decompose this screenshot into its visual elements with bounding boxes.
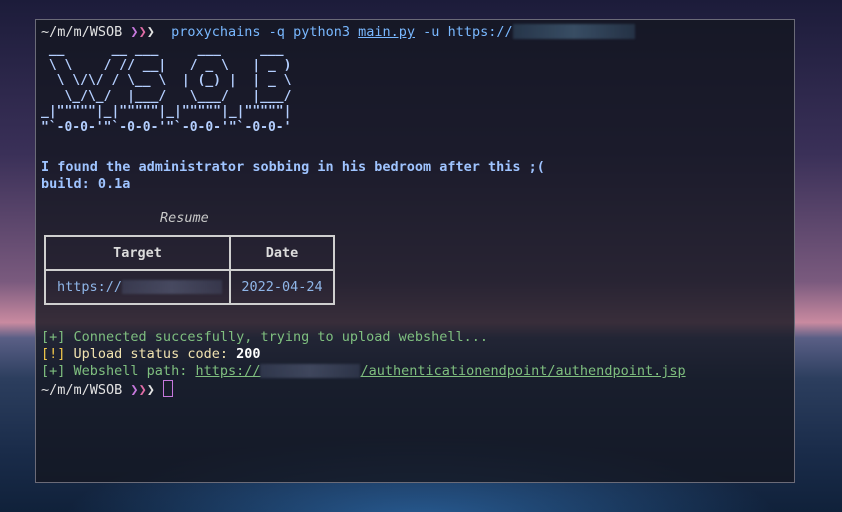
webshell-url-suffix: /authenticationendpoint/authendpoint.jsp [360, 363, 686, 379]
log-line-status: [!] Upload status code: 200 [41, 346, 260, 363]
prompt-path: ~/m/m/WSOB [41, 24, 123, 40]
redacted-target [122, 280, 223, 294]
tagline: I found the administrator sobbing in his… [41, 159, 545, 175]
command-python3: python3 [293, 24, 350, 40]
status-code: 200 [236, 346, 261, 362]
resume-caption: Resume [160, 210, 209, 226]
ascii-banner: __ __ ___ ___ ___ \ \ / // __| / _ \ | _… [41, 42, 292, 135]
cell-target: https:// [44, 269, 231, 305]
cell-target-prefix: https:// [57, 279, 123, 295]
resume-table: Target Date https:// 2022-04-24 [44, 235, 335, 305]
column-header-target: Target [44, 235, 231, 271]
command-line-1: ~/m/m/WSOB ❯❯❯ proxychains -q python3 ma… [41, 24, 635, 41]
prompt-path: ~/m/m/WSOB [41, 382, 123, 398]
webshell-link[interactable]: https:// /authenticationendpoint/authendp… [195, 363, 685, 379]
flag-q: -q [268, 24, 285, 40]
log-tag-success: [+] [41, 363, 66, 379]
log-line-connected: [+] Connected succesfully, trying to upl… [41, 329, 488, 346]
table-header-row: Target Date [44, 235, 335, 271]
script-link-main-py[interactable]: main.py [358, 24, 415, 40]
log-text-connected: Connected succesfully, trying to upload … [73, 329, 489, 345]
log-tag-success: [+] [41, 329, 66, 345]
log-text-webshell: Webshell path: [73, 363, 196, 379]
text-cursor [162, 380, 173, 397]
webshell-url-prefix: https:// [195, 363, 261, 379]
cell-date: 2022-04-24 [229, 269, 335, 305]
command-line-2[interactable]: ~/m/m/WSOB ❯❯❯ [41, 380, 173, 399]
flag-u: -u [423, 24, 440, 40]
log-tag-warning: [!] [41, 346, 66, 362]
command-proxychains: proxychains [171, 24, 261, 40]
prompt-arrows: ❯❯❯ [130, 382, 155, 398]
log-line-webshell: [+] Webshell path: https:// /authenticati… [41, 363, 686, 380]
target-url-prefix: https:// [447, 24, 513, 40]
redacted-target-url [512, 24, 635, 39]
log-text-status: Upload status code: [73, 346, 237, 362]
prompt-arrows: ❯❯❯ [130, 24, 155, 40]
terminal-window[interactable]: ~/m/m/WSOB ❯❯❯ proxychains -q python3 ma… [35, 19, 795, 483]
column-header-date: Date [229, 235, 335, 271]
redacted-webshell-host [260, 364, 361, 378]
build-version: build: 0.1a [41, 176, 131, 192]
table-row: https:// 2022-04-24 [44, 269, 335, 305]
